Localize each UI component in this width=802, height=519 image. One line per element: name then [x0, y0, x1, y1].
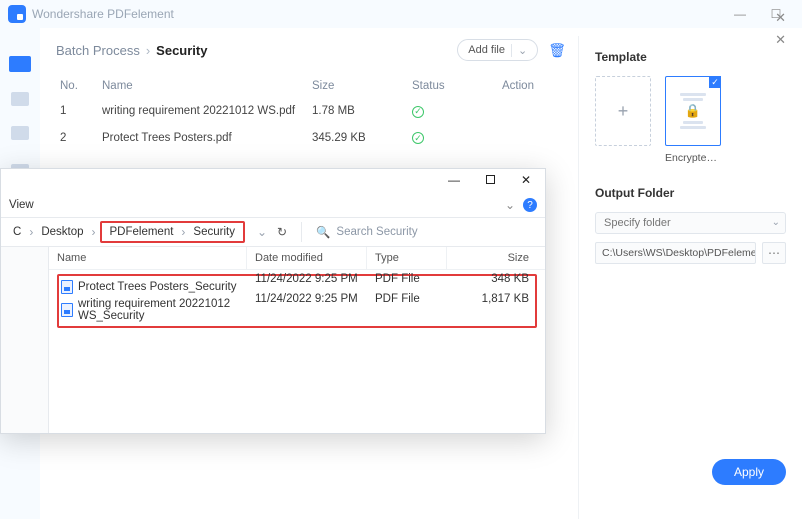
file-table: No. Name Size Status Action 1 writing re…	[56, 74, 566, 151]
explorer-address-bar: C › Desktop › PDFelement › Security ⌄ ↻ …	[1, 217, 545, 247]
refresh-icon[interactable]: ↻	[277, 225, 287, 239]
apply-button[interactable]: Apply	[712, 459, 786, 485]
right-pane: Template + ✓ 🔒 Encrypted ... Output Fold…	[578, 36, 802, 519]
chevron-down-icon: ⌄	[772, 217, 780, 228]
check-icon: ✓	[709, 76, 721, 88]
file-explorer-window: — ✕ View ⌄ ? C › Desktop › PDFelement › …	[0, 168, 546, 434]
explorer-tree[interactable]	[1, 247, 49, 433]
address-dropdown[interactable]: ⌄	[257, 225, 267, 239]
explorer-file-list: Name Date modified Type Size Protect Tre…	[49, 247, 545, 433]
output-folder-browse-button[interactable]: ⋯	[762, 242, 786, 264]
template-label: Encrypted ...	[665, 152, 721, 164]
explorer-minimize-button[interactable]: —	[441, 173, 467, 187]
crumb-current: Security	[156, 43, 207, 58]
chevron-down-icon[interactable]: ⌄	[505, 198, 515, 212]
pdf-file-icon	[61, 280, 73, 294]
path-seg-desktop[interactable]: Desktop	[37, 226, 87, 238]
list-item-meta: 11/24/2022 9:25 PM PDF File 348 KB	[247, 269, 545, 289]
path-root[interactable]: C	[9, 226, 25, 238]
explorer-search-input[interactable]: 🔍 Search Security	[306, 225, 537, 239]
rail-item-3[interactable]	[11, 126, 29, 140]
add-file-button[interactable]: Add file ⌄	[457, 39, 538, 61]
path-seg-pdfelement[interactable]: PDFelement	[106, 226, 178, 238]
chevron-right-icon: ›	[177, 225, 189, 239]
output-folder-path[interactable]: C:\Users\WS\Desktop\PDFelement\Sec	[595, 242, 756, 264]
help-icon[interactable]: ?	[523, 198, 537, 212]
col-no: No.	[56, 74, 98, 98]
rail-item-2[interactable]	[11, 92, 29, 106]
lock-icon: 🔒	[685, 103, 701, 119]
rail-item-active[interactable]	[9, 56, 31, 72]
breadcrumb: Batch Process › Security Add file ⌄ 🗑	[56, 36, 566, 64]
search-placeholder: Search Security	[336, 226, 417, 238]
table-row[interactable]: 1 writing requirement 20221012 WS.pdf 1.…	[56, 98, 566, 125]
window-close-button[interactable]: ✕	[767, 6, 794, 30]
explorer-maximize-button[interactable]	[477, 173, 503, 187]
crumb-root[interactable]: Batch Process	[56, 43, 140, 58]
chevron-right-icon: ›	[25, 225, 37, 239]
trash-icon[interactable]: 🗑	[548, 42, 566, 59]
template-card-encrypted[interactable]: ✓ 🔒	[665, 76, 721, 146]
add-file-label: Add file	[468, 44, 505, 56]
col-action: Action	[498, 74, 566, 98]
window-minimize-button[interactable]: —	[722, 7, 758, 21]
col-status: Status	[408, 74, 498, 98]
explorer-close-button[interactable]: ✕	[513, 173, 539, 187]
status-ok-icon: ✓	[412, 132, 424, 144]
col-size-header[interactable]: Size	[447, 247, 545, 269]
table-row[interactable]: 2 Protect Trees Posters.pdf 345.29 KB ✓	[56, 125, 566, 152]
add-file-dropdown[interactable]: ⌄	[511, 44, 533, 57]
chevron-right-icon: ›	[146, 43, 150, 58]
app-titlebar: Wondershare PDFelement — ☐	[0, 0, 802, 28]
path-seg-security[interactable]: Security	[189, 226, 239, 238]
explorer-view-menu[interactable]: View	[9, 199, 34, 211]
list-item-meta: 11/24/2022 9:25 PM PDF File 1,817 KB	[247, 289, 545, 309]
app-logo-icon	[8, 5, 26, 23]
col-size: Size	[308, 74, 408, 98]
output-heading: Output Folder	[595, 186, 786, 200]
explorer-columns: Name Date modified Type Size	[49, 247, 545, 270]
path-highlight: PDFelement › Security	[100, 221, 245, 243]
chevron-right-icon: ›	[88, 225, 100, 239]
col-name-header[interactable]: Name	[49, 247, 247, 269]
status-ok-icon: ✓	[412, 106, 424, 118]
search-icon: 🔍	[316, 225, 330, 239]
pdf-file-icon	[61, 303, 73, 317]
app-title: Wondershare PDFelement	[32, 7, 174, 21]
col-type-header[interactable]: Type	[367, 247, 447, 269]
output-folder-select[interactable]	[595, 212, 786, 234]
template-add-button[interactable]: +	[595, 76, 651, 146]
col-date-header[interactable]: Date modified	[247, 247, 367, 269]
template-heading: Template	[595, 50, 786, 64]
col-name: Name	[98, 74, 308, 98]
